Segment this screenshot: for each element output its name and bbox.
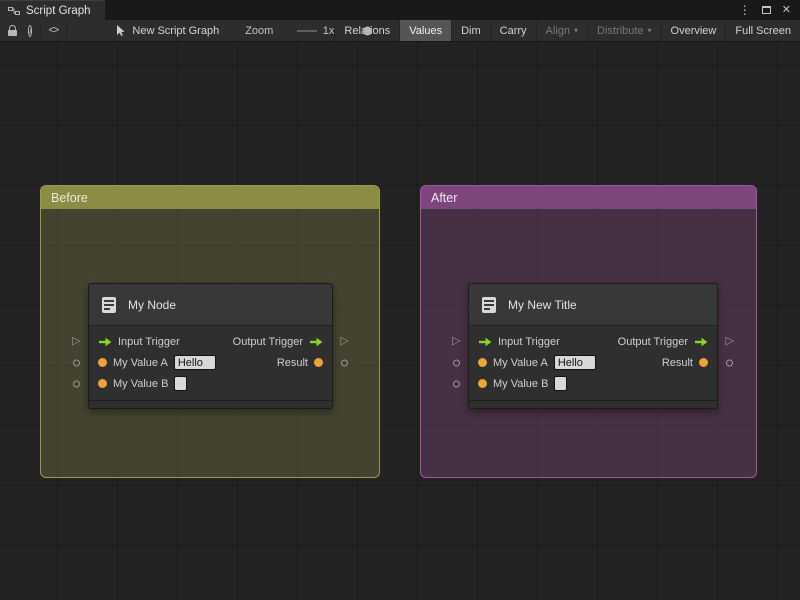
result-external-port[interactable] xyxy=(726,359,733,366)
output-trigger-arrow-icon[interactable] xyxy=(694,337,708,347)
dim-button[interactable]: Dim xyxy=(451,20,490,41)
result-label: Result xyxy=(661,356,693,369)
value-a-label: My Value A xyxy=(113,356,168,369)
value-a-field[interactable] xyxy=(173,355,216,370)
node-my-new-title[interactable]: My New Title ▷ Input Trigger Output Trig… xyxy=(452,283,734,409)
chevron-down-icon: ▾ xyxy=(647,26,652,35)
value-b-port-icon[interactable] xyxy=(478,379,487,388)
node-footer xyxy=(89,400,332,408)
value-b-field[interactable] xyxy=(174,376,188,391)
code-view-icon[interactable]: <> xyxy=(48,25,59,36)
group-title: Before xyxy=(51,190,88,205)
output-trigger-label: Output Trigger xyxy=(232,335,303,348)
output-trigger-arrow-icon[interactable] xyxy=(309,337,323,347)
unit-icon xyxy=(479,295,499,315)
value-a-port-icon[interactable] xyxy=(478,358,487,367)
value-b-row: My Value B xyxy=(73,373,332,394)
unity-window: Script Graph ⋮ ✕ i <> New Script Graph Z… xyxy=(0,0,800,600)
input-trigger-label: Input Trigger xyxy=(118,335,180,348)
input-trigger-label: Input Trigger xyxy=(498,335,560,348)
fullscreen-button[interactable]: Full Screen xyxy=(725,20,800,41)
input-trigger-external-port[interactable]: ▷ xyxy=(452,335,460,347)
value-a-row: My Value A Result xyxy=(453,352,733,373)
value-b-row: My Value B xyxy=(453,373,717,394)
tab-bar: Script Graph ⋮ ✕ xyxy=(0,0,800,20)
result-port-icon[interactable] xyxy=(699,358,708,367)
output-trigger-label: Output Trigger xyxy=(617,335,688,348)
trigger-row: ▷ Input Trigger Output Trigger ▷ xyxy=(72,331,349,352)
node-ports: ▷ Input Trigger Output Trigger ▷ My Valu… xyxy=(72,326,349,397)
align-dropdown-button[interactable]: Align ▾ xyxy=(535,20,587,41)
distribute-dropdown-button[interactable]: Distribute ▾ xyxy=(587,20,660,41)
value-a-port-icon[interactable] xyxy=(98,358,107,367)
value-a-field[interactable] xyxy=(553,355,596,370)
result-port-icon[interactable] xyxy=(314,358,323,367)
overview-button[interactable]: Overview xyxy=(660,20,726,41)
values-button[interactable]: Values xyxy=(399,20,452,41)
carry-button[interactable]: Carry xyxy=(489,20,536,41)
value-a-external-port[interactable] xyxy=(453,359,460,366)
input-trigger-external-port[interactable]: ▷ xyxy=(72,335,80,347)
value-b-port-icon[interactable] xyxy=(98,379,107,388)
graph-toolbar: i <> New Script Graph Zoom 1x Relations … xyxy=(0,20,800,42)
group-title: After xyxy=(431,190,458,205)
result-label: Result xyxy=(276,356,308,369)
tab-script-graph[interactable]: Script Graph xyxy=(0,0,105,20)
close-icon[interactable]: ✕ xyxy=(782,4,791,16)
window-controls: ⋮ ✕ xyxy=(739,0,800,20)
value-b-field[interactable] xyxy=(554,376,568,391)
value-a-row: My Value A Result xyxy=(73,352,348,373)
output-trigger-external-port[interactable]: ▷ xyxy=(726,335,734,347)
value-b-external-port[interactable] xyxy=(73,380,80,387)
graph-asset-icon xyxy=(114,24,127,37)
value-a-label: My Value A xyxy=(493,356,548,369)
node-title: My Node xyxy=(128,297,177,312)
node-ports: ▷ Input Trigger Output Trigger ▷ My Valu… xyxy=(452,326,734,397)
zoom-slider-handle[interactable] xyxy=(363,26,373,35)
value-b-external-port[interactable] xyxy=(453,380,460,387)
info-icon[interactable]: i xyxy=(28,24,33,37)
zoom-slider-track xyxy=(297,29,317,32)
node-header[interactable]: My Node xyxy=(89,284,332,326)
graph-canvas[interactable]: Before After My Node ▷ Input Trigger Out… xyxy=(0,42,800,600)
node-header[interactable]: My New Title xyxy=(469,284,717,326)
chevron-down-icon: ▾ xyxy=(574,26,579,35)
kebab-menu-icon[interactable]: ⋮ xyxy=(739,4,751,16)
lock-icon[interactable] xyxy=(8,20,17,42)
zoom-value: 1x xyxy=(322,24,335,37)
trigger-row: ▷ Input Trigger Output Trigger ▷ xyxy=(452,331,734,352)
tab-title: Script Graph xyxy=(26,4,91,17)
node-footer xyxy=(469,400,717,408)
script-graph-tab-icon xyxy=(8,5,20,17)
value-a-external-port[interactable] xyxy=(73,359,80,366)
node-title: My New Title xyxy=(508,297,577,312)
value-b-label: My Value B xyxy=(113,377,169,390)
node-my-node[interactable]: My Node ▷ Input Trigger Output Trigger ▷… xyxy=(72,283,349,409)
result-external-port[interactable] xyxy=(341,359,348,366)
output-trigger-external-port[interactable]: ▷ xyxy=(341,335,349,347)
value-b-label: My Value B xyxy=(493,377,549,390)
group-after-header[interactable]: After xyxy=(421,186,756,209)
input-trigger-arrow-icon[interactable] xyxy=(478,337,492,347)
maximize-icon[interactable] xyxy=(761,6,771,14)
toolbar-buttons: Relations Values Dim Carry Align ▾ Distr… xyxy=(334,20,800,41)
zoom-label: Zoom xyxy=(245,24,274,37)
input-trigger-arrow-icon[interactable] xyxy=(98,337,112,347)
unit-icon xyxy=(99,295,119,315)
graph-name-label[interactable]: New Script Graph xyxy=(132,25,219,37)
zoom-slider[interactable] xyxy=(297,20,373,42)
group-before-header[interactable]: Before xyxy=(41,186,379,209)
